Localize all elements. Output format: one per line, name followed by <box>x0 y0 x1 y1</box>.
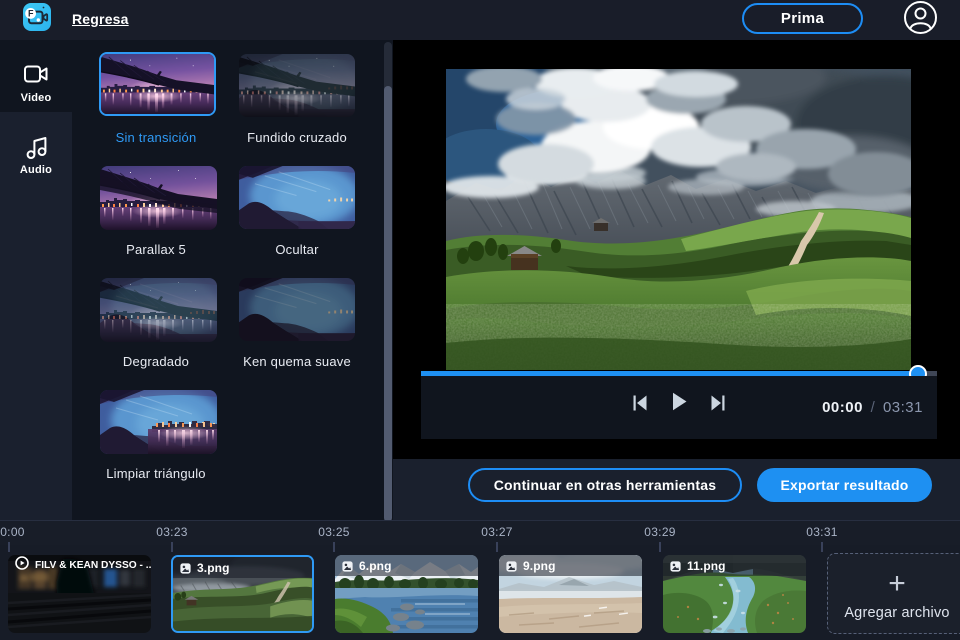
svg-text:F: F <box>28 9 34 19</box>
